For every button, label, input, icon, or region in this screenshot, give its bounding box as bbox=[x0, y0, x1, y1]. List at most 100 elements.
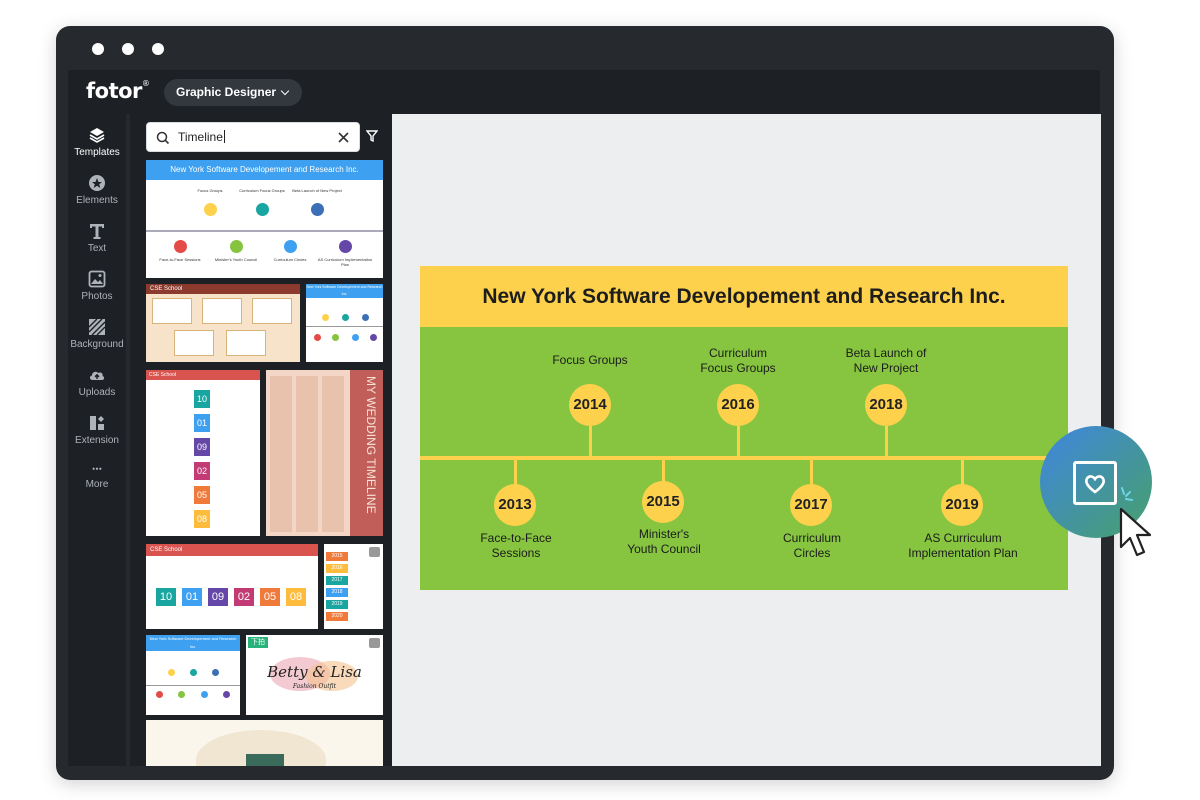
logo-mark: ® bbox=[141, 79, 150, 88]
window-dot bbox=[92, 43, 104, 55]
timeline-design[interactable]: New York Software Developement and Resea… bbox=[420, 266, 1068, 590]
template-number: 09 bbox=[208, 588, 228, 606]
photos-icon bbox=[88, 270, 106, 288]
template-thumb[interactable]: CSE School 10 01 09 02 05 08 bbox=[146, 370, 260, 536]
template-row: 2017 bbox=[326, 576, 348, 585]
template-row: 2019 bbox=[326, 600, 348, 609]
template-timeline-line bbox=[146, 230, 383, 232]
template-year-dot bbox=[178, 691, 185, 698]
template-year-dot bbox=[311, 203, 324, 216]
milestone-label: Beta Launch of New Project bbox=[845, 346, 927, 375]
template-thumb[interactable]: CSE School bbox=[146, 284, 300, 362]
rail-item-uploads[interactable]: Uploads bbox=[68, 366, 126, 398]
template-thumb[interactable]: CSE School 10 01 09 02 05 08 bbox=[146, 544, 318, 629]
template-grid bbox=[270, 376, 346, 532]
template-thumb[interactable]: MY WEDDING TIMELINE bbox=[266, 370, 383, 536]
heart-icon bbox=[1084, 475, 1106, 494]
cloud-upload-icon bbox=[89, 371, 105, 380]
template-timeline-line bbox=[306, 326, 383, 327]
template-year-dot bbox=[322, 314, 329, 321]
extension-icon bbox=[90, 416, 104, 430]
milestone-label: AS Curriculum Implementation Plan bbox=[908, 531, 1018, 560]
milestone-label: Curriculum Circles bbox=[782, 531, 841, 560]
favorite-icon[interactable] bbox=[369, 547, 380, 557]
clear-search-icon[interactable] bbox=[337, 131, 350, 144]
template-year-dot bbox=[370, 334, 377, 341]
milestone-year: 2019 bbox=[941, 484, 983, 526]
template-card bbox=[174, 330, 214, 356]
template-year-dot bbox=[204, 203, 217, 216]
rail-item-background[interactable]: Background bbox=[68, 318, 126, 350]
timeline-stem bbox=[514, 458, 517, 486]
template-number: 08 bbox=[194, 510, 210, 528]
template-title: MY WEDDING TIMELINE bbox=[364, 376, 378, 514]
template-label: Curriculum Focus Groups bbox=[239, 188, 285, 193]
template-year-dot bbox=[190, 669, 197, 676]
timeline-stem bbox=[810, 458, 813, 486]
background-icon bbox=[88, 318, 106, 336]
rail-item-templates[interactable]: Templates bbox=[68, 120, 126, 164]
template-thumb[interactable]: 2015 2016 2017 2018 2019 2020 bbox=[324, 544, 383, 629]
template-year-dot bbox=[339, 240, 352, 253]
template-number: 02 bbox=[234, 588, 254, 606]
elements-icon bbox=[89, 175, 105, 191]
template-number: 05 bbox=[260, 588, 280, 606]
template-row: 2015 bbox=[326, 552, 348, 561]
template-year-dot bbox=[352, 334, 359, 341]
template-year-dot bbox=[284, 240, 297, 253]
templates-panel: Timeline New York Software Developement … bbox=[130, 114, 392, 766]
rail-label: Elements bbox=[76, 195, 118, 206]
template-card bbox=[152, 298, 192, 324]
milestone-year: 2014 bbox=[569, 384, 611, 426]
design-title[interactable]: New York Software Developement and Resea… bbox=[420, 266, 1068, 327]
template-thumb[interactable]: 下拍 Betty & Lisa Fashion Outfit bbox=[246, 635, 383, 715]
template-number: 08 bbox=[286, 588, 306, 606]
template-number: 02 bbox=[194, 462, 210, 480]
template-thumb[interactable]: New York Software Developement and Resea… bbox=[146, 160, 383, 278]
template-year-dot bbox=[201, 691, 208, 698]
rail-item-photos[interactable]: Photos bbox=[68, 270, 126, 302]
search-field[interactable]: Timeline bbox=[146, 122, 360, 152]
template-thumb[interactable]: New York Software Developement and Resea… bbox=[146, 635, 240, 715]
milestone-year: 2017 bbox=[790, 484, 832, 526]
side-rail: Templates Elements Text Photos Backgroun… bbox=[68, 114, 126, 766]
graphic-designer-label: Graphic Designer bbox=[176, 85, 277, 99]
template-row: 2016 bbox=[326, 564, 348, 573]
milestone-year: 2016 bbox=[717, 384, 759, 426]
template-label: Face-to-Face Sessions bbox=[159, 257, 201, 262]
template-year-dot bbox=[256, 203, 269, 216]
template-label: Curriculum Circles bbox=[273, 257, 307, 262]
favorite-icon[interactable] bbox=[369, 638, 380, 648]
template-card bbox=[226, 330, 266, 356]
graphic-designer-dropdown[interactable]: Graphic Designer bbox=[164, 79, 303, 106]
template-number: 01 bbox=[182, 588, 202, 606]
layers-icon bbox=[89, 128, 105, 143]
template-thumb[interactable]: New York Software Developement and Resea… bbox=[306, 284, 383, 362]
template-subtitle: Fashion Outfit bbox=[292, 683, 337, 690]
template-thumb[interactable] bbox=[146, 720, 383, 766]
milestone-year: 2015 bbox=[642, 481, 684, 523]
template-year-dot bbox=[212, 669, 219, 676]
fotor-logo[interactable]: fotor® bbox=[86, 79, 150, 103]
rail-item-elements[interactable]: Elements bbox=[68, 174, 126, 206]
rail-item-text[interactable]: Text bbox=[68, 222, 126, 254]
rail-item-more[interactable]: More bbox=[68, 466, 126, 490]
search-input[interactable]: Timeline bbox=[178, 130, 225, 144]
template-year-dot bbox=[223, 691, 230, 698]
rail-label: Extension bbox=[75, 435, 119, 446]
template-label: Focus Groups bbox=[197, 188, 223, 193]
filter-icon[interactable] bbox=[366, 129, 378, 143]
design-canvas[interactable]: New York Software Developement and Resea… bbox=[392, 114, 1101, 766]
template-year-dot bbox=[362, 314, 369, 321]
template-year-dot bbox=[230, 240, 243, 253]
logo-text: fotor bbox=[86, 79, 142, 103]
template-year-dot bbox=[174, 240, 187, 253]
rail-item-extension[interactable]: Extension bbox=[68, 414, 126, 446]
app-window: fotor® Graphic Designer Templates Elemen… bbox=[56, 26, 1114, 780]
template-number: 10 bbox=[194, 390, 210, 408]
template-label: AS Curriculum Implementation Plan bbox=[317, 257, 373, 267]
milestone-label: Curriculum Focus Groups bbox=[700, 346, 776, 375]
rail-label: Templates bbox=[74, 147, 120, 158]
template-number: 10 bbox=[156, 588, 176, 606]
chevron-down-icon bbox=[280, 86, 290, 96]
